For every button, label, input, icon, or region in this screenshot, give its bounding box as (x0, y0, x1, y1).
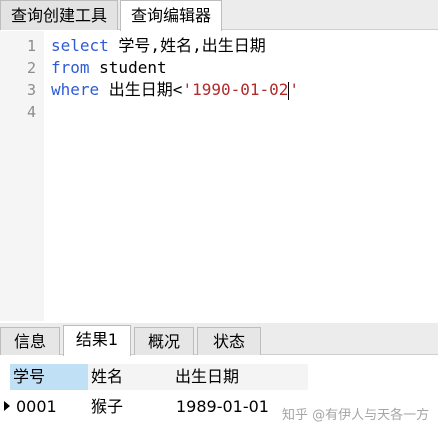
column-header-name[interactable]: 姓名 (88, 364, 172, 390)
line-number: 4 (26, 103, 36, 121)
table-cell[interactable]: 猴子 (91, 394, 123, 420)
tab-query-builder[interactable]: 查询创建工具 (0, 0, 118, 30)
current-row-indicator-icon (4, 401, 10, 411)
sql-keyword: select (51, 36, 109, 55)
watermark: 知乎 @有伊人与天各一方 (282, 408, 430, 423)
sql-string: '1990-01-02 (182, 80, 289, 99)
tab-info[interactable]: 信息 (0, 327, 60, 355)
tab-result-1[interactable]: 结果1 (63, 325, 131, 356)
sql-editor[interactable]: 1 2 3 4 select 学号,姓名,出生日期 from student w… (0, 31, 438, 321)
line-number: 2 (26, 59, 36, 77)
line-number-gutter: 1 2 3 4 (0, 31, 44, 321)
tab-query-editor[interactable]: 查询编辑器 (120, 0, 222, 31)
sql-text: 出生日期< (99, 80, 183, 99)
sql-keyword: where (51, 80, 100, 99)
sql-text: 学号,姓名,出生日期 (108, 36, 266, 55)
line-number: 1 (26, 37, 36, 55)
result-grid: 学号 姓名 出生日期 0001 猴子 1989-01-01 (0, 356, 438, 436)
tab-status[interactable]: 状态 (197, 327, 261, 355)
sql-keyword: from (51, 58, 90, 77)
code-line-2: from student (51, 57, 167, 79)
table-cell[interactable]: 1989-01-01 (176, 394, 269, 420)
column-header-birthdate[interactable]: 出生日期 (172, 364, 308, 390)
code-line-3: where 出生日期<'1990-01-02' (51, 79, 299, 101)
sql-text: student (89, 58, 167, 77)
sql-string-end: ' (289, 80, 300, 99)
tab-overview[interactable]: 概况 (134, 327, 194, 355)
code-line-1: select 学号,姓名,出生日期 (51, 35, 266, 57)
table-cell[interactable]: 0001 (16, 394, 57, 420)
line-number: 3 (26, 81, 36, 99)
column-header-student-id[interactable]: 学号 (10, 364, 88, 390)
result-tab-bar: 信息 结果1 概况 状态 (0, 323, 438, 356)
top-tab-bar: 查询创建工具 查询编辑器 (0, 0, 438, 31)
